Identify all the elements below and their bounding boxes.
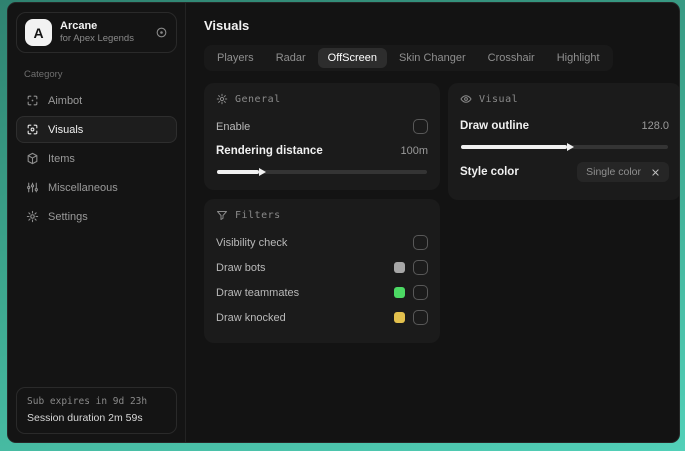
category-label: Category [24,69,63,80]
panel-filters-title: Filters [235,209,281,221]
draw-bots-row: Draw bots [216,255,428,280]
sidebar-item-items[interactable]: Items [16,145,177,172]
equalizer-icon [26,181,39,194]
draw-outline-row: Draw outline 128.0 [460,114,669,138]
funnel-icon [216,209,228,221]
app-logo: A [25,19,52,46]
draw-bots-label: Draw bots [216,261,266,274]
page-title: Visuals [204,18,250,33]
style-color-label: Style color [460,166,519,178]
sidebar-item-miscellaneous[interactable]: Miscellaneous [16,174,177,201]
panel-visual: Visual Draw outline 128.0 Style color Si… [448,83,679,200]
rendering-distance-row: Rendering distance 100m [216,139,428,163]
target-icon[interactable] [155,26,168,39]
app-window: A Arcane for Apex Legends Category Aimbo… [7,2,680,443]
cube-icon [26,152,39,165]
sidebar-item-settings[interactable]: Settings [16,203,177,230]
style-color-dropdown[interactable]: Single color [577,162,669,182]
draw-teammates-label: Draw teammates [216,286,300,299]
tab-offscreen[interactable]: OffScreen [317,48,387,68]
sidebar-item-label: Aimbot [48,94,83,107]
enable-checkbox[interactable] [413,119,428,134]
draw-outline-value: 128.0 [641,120,669,132]
tab-players[interactable]: Players [207,48,264,68]
visibility-check-label: Visibility check [216,236,288,249]
sidebar-nav: Aimbot Visuals Items Miscellaneous Setti… [16,87,177,230]
rendering-distance-label: Rendering distance [216,145,323,157]
draw-knocked-row: Draw knocked [216,305,428,330]
sidebar-item-aimbot[interactable]: Aimbot [16,87,177,114]
slider-fill [461,145,567,149]
sidebar: A Arcane for Apex Legends Category Aimbo… [8,3,186,442]
subscription-status: Sub expires in 9d 23h Session duration 2… [16,387,177,434]
style-color-row: Style color Single color [460,157,669,187]
draw-bots-checkbox[interactable] [413,260,428,275]
panel-general: General Enable Rendering distance 100m [204,83,440,190]
enable-row: Enable [216,114,428,139]
panel-filters: Filters Visibility check Draw bots Draw … [204,199,440,343]
draw-knocked-color-swatch[interactable] [394,312,405,323]
tab-skin-changer[interactable]: Skin Changer [389,48,476,68]
enable-label: Enable [216,120,251,133]
sub-expires-text: Sub expires in 9d 23h [27,396,148,408]
visuals-tabbar: Players Radar OffScreen Skin Changer Cro… [204,45,613,71]
app-header: A Arcane for Apex Legends [16,12,177,53]
sidebar-item-label: Miscellaneous [48,181,118,194]
content-grid: General Enable Rendering distance 100m F… [204,83,679,343]
panel-general-title: General [235,93,281,105]
gear-icon [26,210,39,223]
rendering-distance-slider[interactable] [217,170,427,174]
draw-outline-slider[interactable] [461,145,668,149]
sun-gear-icon [216,93,228,105]
draw-teammates-color-swatch[interactable] [394,287,405,298]
panel-visual-title: Visual [479,93,519,105]
visibility-check-checkbox[interactable] [413,235,428,250]
tab-radar[interactable]: Radar [266,48,316,68]
session-duration-text: Session duration 2m 59s [27,411,143,424]
draw-teammates-checkbox[interactable] [413,285,428,300]
eye-icon [460,93,472,105]
tab-highlight[interactable]: Highlight [547,48,610,68]
sidebar-item-label: Settings [48,210,88,223]
close-icon[interactable] [651,168,660,177]
visibility-check-row: Visibility check [216,230,428,255]
draw-knocked-label: Draw knocked [216,311,286,324]
draw-knocked-checkbox[interactable] [413,310,428,325]
sidebar-item-visuals[interactable]: Visuals [16,116,177,143]
style-color-value: Single color [586,166,641,178]
draw-outline-label: Draw outline [460,120,530,132]
eye-scan-icon [26,123,39,136]
sidebar-item-label: Visuals [48,123,84,136]
slider-fill [217,170,259,174]
app-meta: Arcane for Apex Legends [60,20,147,46]
app-name: Arcane [60,19,98,32]
crosshair-scan-icon [26,94,39,107]
draw-bots-color-swatch[interactable] [394,262,405,273]
draw-teammates-row: Draw teammates [216,280,428,305]
rendering-distance-value: 100m [400,145,428,157]
app-subtitle: for Apex Legends [60,33,134,45]
main-content: Visuals Players Radar OffScreen Skin Cha… [186,3,679,442]
tab-crosshair[interactable]: Crosshair [478,48,545,68]
sidebar-item-label: Items [48,152,75,165]
